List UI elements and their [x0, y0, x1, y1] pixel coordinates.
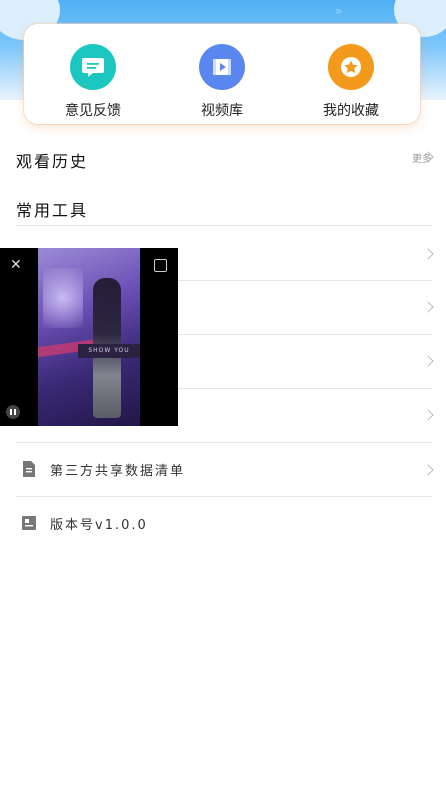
version-row: 版本号v1.0.0 [0, 497, 446, 551]
common-tools-title: 常用工具 [16, 201, 89, 220]
third-party-data-list-row[interactable]: 第三方共享数据清单 [0, 443, 446, 497]
fullscreen-icon[interactable] [154, 259, 167, 272]
video-library-icon [199, 44, 245, 90]
chevron-decoration-icon: » [335, 4, 343, 18]
chevron-right-icon[interactable] [422, 409, 434, 421]
watch-history-title: 观看历史 [16, 152, 89, 171]
video-library-label: 视频库 [201, 103, 243, 119]
video-sign-text: SHOW YOU [78, 344, 140, 358]
quick-actions-card: 意见反馈 视频库 我的收藏 [24, 24, 420, 124]
chevron-right-icon[interactable] [422, 301, 434, 313]
third-party-data-list-label: 第三方共享数据清单 [50, 464, 186, 479]
chevron-right-icon[interactable] [422, 355, 434, 367]
chevron-right-icon [422, 464, 434, 476]
pause-icon[interactable] [6, 405, 20, 419]
document-icon [23, 461, 35, 477]
divider [16, 225, 432, 226]
stage-light [43, 268, 83, 328]
chevron-right-icon[interactable] [422, 248, 434, 260]
star-icon [328, 44, 374, 90]
version-card-icon [22, 516, 36, 530]
video-library-button[interactable]: 视频库 [167, 44, 277, 120]
feedback-icon [70, 44, 116, 90]
version-label: 版本号v1.0.0 [50, 518, 148, 533]
floating-video-player[interactable]: SHOW YOU ✕ [0, 248, 178, 426]
feedback-button[interactable]: 意见反馈 [38, 44, 148, 120]
feedback-label: 意见反馈 [65, 103, 121, 119]
favorites-label: 我的收藏 [323, 103, 379, 119]
video-frame: SHOW YOU [38, 248, 140, 426]
close-icon[interactable]: ✕ [10, 257, 22, 273]
favorites-button[interactable]: 我的收藏 [296, 44, 406, 120]
